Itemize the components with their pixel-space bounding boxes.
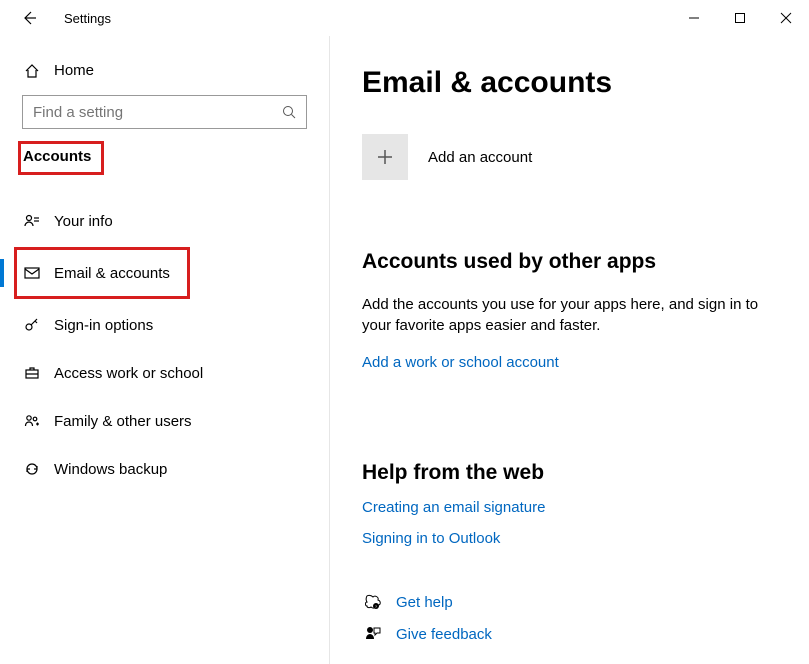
maximize-button[interactable]: [717, 0, 763, 36]
give-feedback-label: Give feedback: [396, 626, 492, 643]
sidebar-item-label: Sign-in options: [54, 317, 153, 334]
sidebar-item-family[interactable]: Family & other users: [0, 399, 329, 443]
search-icon: [272, 105, 306, 119]
help-heading: Help from the web: [362, 461, 777, 485]
briefcase-icon: [22, 365, 42, 381]
sidebar-item-label: Your info: [54, 213, 113, 230]
help-link-outlook[interactable]: Signing in to Outlook: [362, 530, 777, 547]
back-button[interactable]: [18, 10, 40, 26]
minimize-button[interactable]: [671, 0, 717, 36]
feedback-icon: [362, 625, 384, 643]
plus-icon: [362, 134, 408, 180]
people-icon: [22, 413, 42, 429]
key-icon: [22, 317, 42, 333]
home-label: Home: [54, 62, 94, 79]
sidebar-item-label: Email & accounts: [54, 265, 170, 282]
sidebar-item-email-accounts[interactable]: Email & accounts: [0, 251, 329, 295]
sidebar-item-label: Access work or school: [54, 365, 203, 382]
search-input[interactable]: [23, 104, 272, 121]
sidebar: Home Accounts Your info: [0, 36, 330, 664]
other-apps-heading: Accounts used by other apps: [362, 250, 777, 274]
get-help-link[interactable]: ? Get help: [362, 593, 777, 611]
person-icon: [22, 213, 42, 229]
sidebar-item-label: Family & other users: [54, 413, 192, 430]
titlebar: Settings: [0, 0, 809, 36]
category-heading: Accounts: [23, 148, 91, 165]
sidebar-item-windows-backup[interactable]: Windows backup: [0, 447, 329, 491]
add-account-label: Add an account: [428, 149, 532, 166]
close-button[interactable]: [763, 0, 809, 36]
search-box[interactable]: [22, 95, 307, 129]
mail-icon: [22, 265, 42, 281]
page-title: Email & accounts: [362, 66, 777, 100]
window-title: Settings: [64, 11, 111, 26]
give-feedback-link[interactable]: Give feedback: [362, 625, 777, 643]
home-nav[interactable]: Home: [0, 56, 329, 85]
sidebar-item-signin-options[interactable]: Sign-in options: [0, 303, 329, 347]
add-work-school-link[interactable]: Add a work or school account: [362, 354, 777, 371]
help-icon: ?: [362, 593, 384, 611]
other-apps-text: Add the accounts you use for your apps h…: [362, 294, 777, 336]
category-heading-highlight: Accounts: [18, 141, 104, 175]
main-content: Email & accounts Add an account Accounts…: [330, 36, 809, 664]
sidebar-item-label: Windows backup: [54, 461, 167, 478]
get-help-label: Get help: [396, 594, 453, 611]
home-icon: [22, 63, 42, 79]
add-account-tile[interactable]: Add an account: [362, 134, 777, 180]
sidebar-item-your-info[interactable]: Your info: [0, 199, 329, 243]
help-link-email-signature[interactable]: Creating an email signature: [362, 499, 777, 516]
sidebar-item-work-school[interactable]: Access work or school: [0, 351, 329, 395]
sync-icon: [22, 461, 42, 477]
